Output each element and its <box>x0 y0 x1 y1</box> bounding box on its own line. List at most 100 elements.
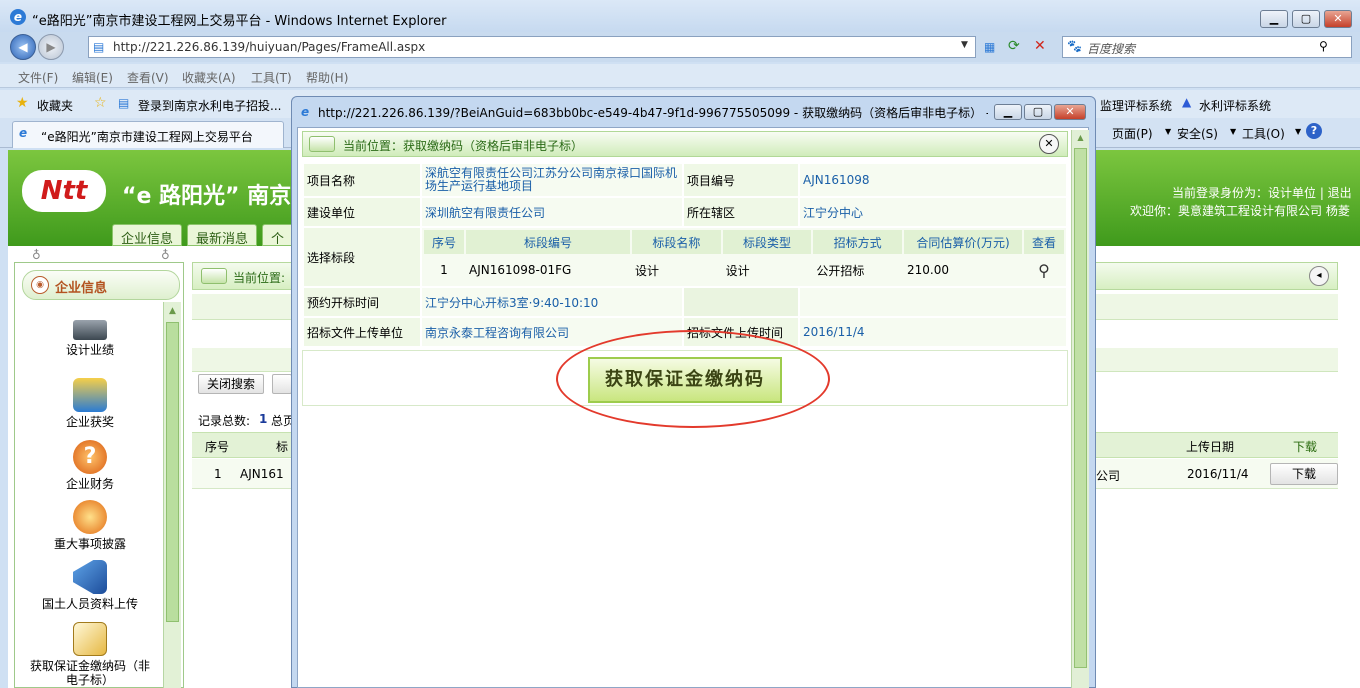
sidebar-item-design-performance[interactable]: 设计业绩 <box>30 316 150 357</box>
refresh-icon[interactable]: ⟳ <box>1008 38 1020 54</box>
popup-detail-table: 项目名称 深航空有限责任公司江苏分公司南京禄口国际机场生产运行基地项目 项目编号… <box>302 162 1068 348</box>
close-search-button[interactable]: 关闭搜索 <box>198 374 264 394</box>
sidebar-item-label: 企业财务 <box>65 477 114 491</box>
sec-name: 设计 <box>632 256 721 284</box>
menu-favorites[interactable]: 收藏夹(A) <box>182 69 236 86</box>
sidebar-item-finance[interactable]: ? 企业财务 <box>30 440 150 491</box>
site-title: “e 路阳光” 南京 <box>122 184 292 209</box>
compat-view-icon[interactable]: ▦ <box>984 40 995 54</box>
record-total-value: 1 <box>259 412 268 426</box>
scroll-thumb[interactable] <box>166 322 179 622</box>
sec-col-name: 标段名称 <box>632 230 721 254</box>
sidebar-item-land-upload[interactable]: 国土人员资料上传 <box>30 560 150 611</box>
page-menu-arrow-icon: ▼ <box>1165 127 1172 136</box>
fav-flag-icon: ▲ <box>1182 95 1192 109</box>
menu-tools[interactable]: 工具(T) <box>251 69 292 86</box>
maximize-button[interactable]: ▢ <box>1292 10 1320 28</box>
sidebar-hook-icon-right: ♁ <box>161 248 170 262</box>
sidebar-item-label: 获取保证金缴纳码（非电子标） <box>30 659 151 687</box>
tools-menu[interactable]: 工具(O) <box>1242 125 1285 142</box>
collapse-icon[interactable]: ◂ <box>1309 266 1329 286</box>
browser-tab[interactable]: e “e路阳光”南京市建设工程网上交易平台 <box>12 121 284 148</box>
tools-menu-arrow-icon: ▼ <box>1295 127 1302 136</box>
stop-icon[interactable]: ✕ <box>1034 38 1046 54</box>
menu-view[interactable]: 查看(V) <box>127 69 169 86</box>
menu-help[interactable]: 帮助(H) <box>306 69 348 86</box>
view-search-icon[interactable]: ⚲ <box>1024 256 1064 284</box>
sidebar-header-label: 企业信息 <box>55 281 108 296</box>
document-pen-icon <box>73 622 107 656</box>
dropdown-arrow-icon[interactable]: ▼ <box>961 40 968 50</box>
project-name-label: 项目名称 <box>304 164 420 196</box>
project-name-value: 深航空有限责任公司江苏分公司南京禄口国际机场生产运行基地项目 <box>422 164 682 196</box>
forward-button[interactable]: ▶ <box>38 34 64 60</box>
reserve-label: 预约开标时间 <box>304 288 420 316</box>
sidebar-item-label: 设计业绩 <box>65 343 114 357</box>
section-cell: 序号 标段编号 标段名称 标段类型 招标方式 合同估算价(万元) 查看 1 AJ… <box>422 228 1066 286</box>
section-table-header: 序号 标段编号 标段名称 标段类型 招标方式 合同估算价(万元) 查看 <box>424 230 1064 254</box>
row-download-button[interactable]: 下载 <box>1270 463 1338 485</box>
sec-type: 设计 <box>722 256 812 284</box>
section-table-row[interactable]: 1 AJN161098-01FG 设计 设计 公开招标 210.00 ⚲ <box>424 256 1064 284</box>
popup-location-icon <box>309 136 335 152</box>
scanner-icon <box>73 320 107 340</box>
search-button-partial[interactable] <box>272 374 292 394</box>
help-icon[interactable]: ? <box>1306 123 1322 139</box>
nav-news[interactable]: 最新消息 <box>187 224 258 247</box>
sidebar-item-label: 企业获奖 <box>65 415 114 429</box>
address-bar[interactable]: ▤ http://221.226.86.139/huiyuan/Pages/Fr… <box>88 36 976 58</box>
sec-col-method: 招标方式 <box>813 230 902 254</box>
sidebar-header-icon: ◉ <box>31 276 49 294</box>
popup-ie-icon: e <box>301 105 310 119</box>
sec-col-price: 合同估算价(万元) <box>904 230 1022 254</box>
builder-label: 建设单位 <box>304 198 420 226</box>
scroll-up-icon[interactable]: ▲ <box>164 302 181 320</box>
menu-bar: 文件(F) 编辑(E) 查看(V) 收藏夹(A) 工具(T) 帮助(H) <box>0 64 1360 88</box>
row-company-tail: 公司 <box>1096 469 1121 483</box>
menu-file[interactable]: 文件(F) <box>18 69 58 86</box>
safety-menu[interactable]: 安全(S) <box>1177 125 1218 142</box>
page-menu[interactable]: 页面(P) <box>1112 125 1153 142</box>
minimize-button[interactable]: ▁ <box>1260 10 1288 28</box>
site-logo: Ntt <box>22 170 106 212</box>
district-label: 所在辖区 <box>684 198 798 226</box>
sidebar-item-disclosure[interactable]: 重大事项披露 <box>30 500 150 551</box>
sidebar-item-get-deposit-code[interactable]: 获取保证金缴纳码（非电子标） <box>30 622 150 687</box>
close-window-button[interactable]: ✕ <box>1324 10 1352 28</box>
popup-close-button[interactable]: ✕ <box>1054 104 1086 120</box>
fav-link[interactable]: 登录到南京水利电子招投... <box>138 97 281 114</box>
fav-link-water[interactable]: 水利评标系统 <box>1199 97 1271 114</box>
baidu-icon: 🐾 <box>1067 39 1082 53</box>
popup-scroll-up-icon[interactable]: ▲ <box>1072 130 1089 146</box>
search-input[interactable]: 🐾 百度搜索 ⚲ <box>1062 36 1352 58</box>
sec-code: AJN161098-01FG <box>466 256 630 284</box>
menu-edit[interactable]: 编辑(E) <box>72 69 113 86</box>
popup-scrollbar[interactable]: ▲ <box>1071 130 1089 688</box>
favorites-button[interactable]: 收藏夹 <box>37 97 73 114</box>
search-icon[interactable]: ⚲ <box>1319 39 1328 53</box>
nav-enterprise-info[interactable]: 企业信息 <box>112 224 183 247</box>
sidebar-scrollbar[interactable]: ▲ <box>163 302 181 688</box>
popup-minimize-button[interactable]: ▁ <box>994 104 1022 120</box>
popup-scroll-thumb[interactable] <box>1074 148 1087 668</box>
section-table: 序号 标段编号 标段名称 标段类型 招标方式 合同估算价(万元) 查看 1 AJ… <box>422 228 1066 286</box>
uploader-label: 招标文件上传单位 <box>304 318 420 346</box>
popup-inner-close-icon[interactable]: ✕ <box>1039 134 1059 154</box>
record-total-label: 记录总数: <box>198 414 251 428</box>
sidebar-item-awards[interactable]: 企业获奖 <box>30 378 150 429</box>
col-download[interactable]: 下载 <box>1293 438 1317 455</box>
district-value: 江宁分中心 <box>800 198 1066 226</box>
user-role: 当前登录身份为：设计单位 | 退出 <box>1172 186 1352 200</box>
fav-link-supervision[interactable]: 监理评标系统 <box>1100 97 1172 114</box>
safety-menu-arrow-icon: ▼ <box>1230 127 1237 136</box>
tab-ie-icon: e <box>19 126 28 140</box>
back-button[interactable]: ◀ <box>10 34 36 60</box>
nav-personal[interactable]: 个人 <box>262 224 294 246</box>
row-bid: AJN161 <box>240 467 284 481</box>
col-bid: 标 <box>276 440 289 454</box>
builder-value: 深圳航空有限责任公司 <box>422 198 682 226</box>
popup-maximize-button[interactable]: ▢ <box>1024 104 1052 120</box>
add-favorite-icon[interactable]: ☆ <box>94 95 107 111</box>
sidebar-item-label: 重大事项披露 <box>53 537 126 551</box>
col-upload-date: 上传日期 <box>1186 440 1235 454</box>
